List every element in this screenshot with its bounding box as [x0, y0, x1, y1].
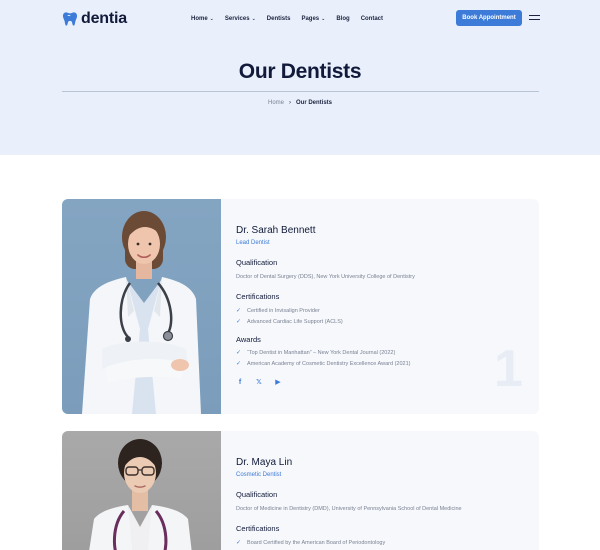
breadcrumb-current: Our Dentists	[296, 100, 333, 106]
certifications-title: Certifications	[236, 292, 280, 301]
nav-item-label: Dentists	[266, 16, 291, 22]
certification-text: Advanced Cardiac Life Support (ACLS)	[247, 318, 343, 325]
brand-name: dentia	[81, 10, 127, 27]
dentist-name: Dr. Sarah Bennett	[236, 225, 316, 236]
nav-item-label: Home	[191, 16, 208, 22]
brand-logo[interactable]: dentia	[62, 9, 127, 29]
dentist-photo	[62, 199, 221, 414]
check-icon: ✓	[236, 308, 242, 314]
facebook-icon[interactable]: f	[236, 379, 244, 386]
nav-item-label: Contact	[360, 16, 384, 22]
social-links: f 𝕏 ▶	[236, 378, 293, 387]
certification-text: Board Certified by the American Board of…	[247, 539, 386, 546]
chevron-right-icon: ›	[289, 100, 291, 106]
dentist-role: Lead Dentist	[236, 240, 270, 246]
page-hero: dentia Home ⌄ Services ⌄ Dentists Pages ⌄ B…	[0, 0, 600, 155]
qualification-text: Doctor of Dental Surgery (DDS), New York…	[236, 274, 415, 280]
dentist-portrait-image	[89, 439, 192, 550]
card-number: 1	[494, 340, 523, 398]
check-icon: ✓	[236, 350, 242, 356]
page-title: Our Dentists	[238, 60, 362, 83]
book-appointment-button[interactable]: Book Appointment	[456, 10, 522, 26]
certification-item: ✓ Board Certified by the American Board o…	[236, 539, 386, 547]
breadcrumb: Home › Our Dentists	[0, 100, 600, 106]
qualification-text: Doctor of Medicine in Dentistry (DMD), U…	[236, 506, 462, 512]
award-text: American Academy of Cosmetic Dentistry E…	[247, 360, 411, 367]
nav-item-label: Services	[224, 16, 250, 22]
nav-item-pages[interactable]: Pages ⌄	[301, 16, 325, 22]
hamburger-icon[interactable]	[529, 15, 540, 21]
dentist-photo	[62, 431, 221, 550]
x-twitter-icon[interactable]: 𝕏	[255, 378, 263, 386]
top-navigation: dentia Home ⌄ Services ⌄ Dentists Pages ⌄ B…	[62, 9, 540, 29]
youtube-icon[interactable]: ▶	[274, 378, 282, 386]
check-icon: ✓	[236, 319, 242, 325]
dentist-name: Dr. Maya Lin	[236, 457, 293, 468]
nav-item-home[interactable]: Home ⌄	[191, 16, 214, 22]
nav-item-services[interactable]: Services ⌄	[225, 16, 256, 22]
qualification-title: Qualification	[236, 490, 278, 499]
check-icon: ✓	[236, 361, 242, 367]
certifications-title: Certifications	[236, 524, 280, 533]
certification-item: ✓ Certified in Invisalign Provider	[236, 307, 320, 315]
nav-item-blog[interactable]: Blog	[336, 16, 349, 22]
awards-title: Awards	[236, 335, 261, 344]
chevron-down-icon: ⌄	[321, 16, 326, 22]
chevron-down-icon: ⌄	[251, 16, 256, 22]
divider	[62, 91, 539, 92]
qualification-title: Qualification	[236, 258, 278, 267]
breadcrumb-home-link[interactable]: Home	[268, 100, 284, 106]
tooth-icon	[62, 12, 78, 26]
nav-item-label: Blog	[336, 16, 350, 22]
dentist-role: Cosmetic Dentist	[236, 472, 282, 478]
nav-item-label: Pages	[301, 16, 320, 22]
dentist-portrait-image	[82, 211, 201, 414]
certification-text: Certified in Invisalign Provider	[247, 307, 320, 314]
certification-item: ✓ Advanced Cardiac Life Support (ACLS)	[236, 318, 343, 326]
award-item: ✓ “Top Dentist in Manhattan” – New York D…	[236, 349, 396, 357]
award-item: ✓ American Academy of Cosmetic Dentistry …	[236, 360, 411, 368]
nav-item-contact[interactable]: Contact	[361, 16, 383, 22]
dentist-card: Dr. Maya Lin Cosmetic Dentist Qualificat…	[62, 431, 539, 550]
award-text: “Top Dentist in Manhattan” – New York De…	[247, 349, 396, 356]
check-icon: ✓	[236, 540, 242, 546]
chevron-down-icon: ⌄	[209, 16, 214, 22]
nav-item-dentists[interactable]: Dentists	[267, 16, 291, 22]
main-menu: Home ⌄ Services ⌄ Dentists Pages ⌄ Blog Con…	[191, 9, 394, 29]
dentist-card: Dr. Sarah Bennett Lead Dentist Qualifica…	[62, 199, 539, 414]
